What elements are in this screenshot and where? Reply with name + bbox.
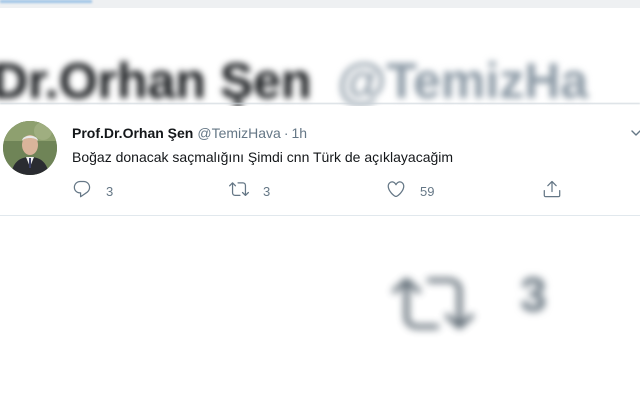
zoomed-author-background: Dr.Orhan Şen @TemizHa	[0, 52, 588, 110]
retweet-count: 3	[263, 183, 271, 199]
tweet-card[interactable]: Prof.Dr.Orhan Şen @TemizHava · 1h Boğaz don…	[0, 106, 640, 216]
zoomed-retweet-icon	[392, 266, 474, 340]
zoomed-author-handle: @TemizHa	[337, 53, 589, 109]
divider	[0, 103, 640, 104]
author-handle[interactable]: @TemizHava	[197, 125, 280, 141]
like-icon	[386, 179, 406, 204]
tweet-time[interactable]: 1h	[291, 125, 307, 141]
reply-icon	[72, 179, 92, 204]
avatar[interactable]	[3, 121, 57, 175]
top-accent-line	[0, 0, 92, 3]
like-count: 59	[420, 183, 435, 199]
tweet-actions: 3 3 59	[72, 180, 632, 202]
like-button[interactable]: 59	[386, 180, 434, 202]
author-name[interactable]: Prof.Dr.Orhan Şen	[72, 125, 193, 141]
tweet-text: Boğaz donacak saçmalığını Şimdi cnn Türk…	[72, 149, 454, 165]
caret-down-icon[interactable]	[631, 125, 640, 136]
reply-count: 3	[106, 183, 114, 199]
tweet-header: Prof.Dr.Orhan Şen @TemizHava · 1h	[72, 124, 307, 142]
zoomed-author-name: Dr.Orhan Şen	[0, 53, 312, 109]
zoomed-retweet-count: 3	[520, 269, 547, 322]
top-strip	[0, 0, 640, 8]
retweet-icon	[229, 179, 249, 204]
retweet-button[interactable]: 3	[229, 180, 270, 202]
separator-dot: ·	[283, 125, 289, 141]
reply-button[interactable]: 3	[72, 180, 113, 202]
share-icon	[542, 179, 562, 204]
share-button[interactable]	[542, 180, 562, 202]
